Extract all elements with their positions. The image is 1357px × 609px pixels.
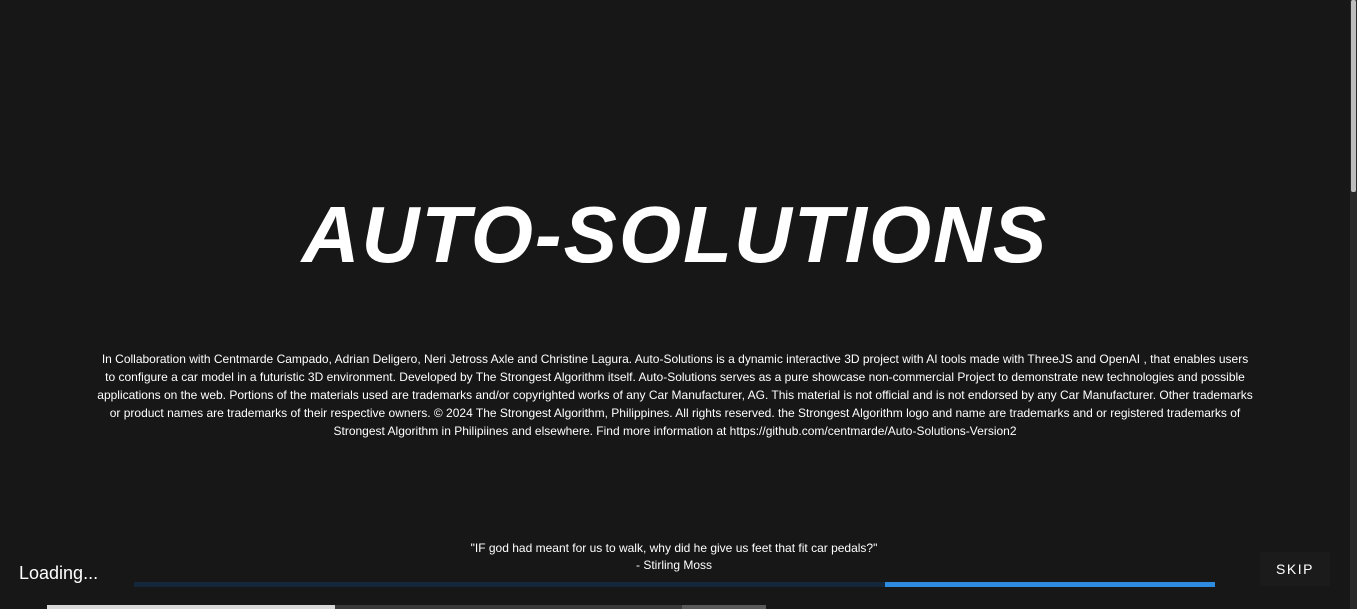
bottom-edge-segment [335, 605, 682, 609]
disclaimer-text: In Collaboration with Centmarde Campado,… [97, 352, 1253, 438]
brand-title: AUTO-SOLUTIONS [301, 190, 1049, 279]
loading-screen: AUTO-SOLUTIONS In Collaboration with Cen… [0, 0, 1357, 609]
loading-progress-fill [885, 582, 1215, 587]
loading-progress-bar [134, 582, 1215, 587]
skip-button[interactable]: SKIP [1260, 552, 1330, 586]
bottom-edge-segment [47, 605, 335, 609]
quote-text: "IF god had meant for us to walk, why di… [470, 541, 878, 555]
vertical-scrollbar[interactable] [1350, 0, 1357, 609]
quote-author: - Stirling Moss [635, 558, 712, 572]
loading-label: Loading... [19, 563, 99, 583]
scrollbar-thumb[interactable] [1351, 0, 1356, 192]
bottom-edge-segment [682, 605, 766, 609]
